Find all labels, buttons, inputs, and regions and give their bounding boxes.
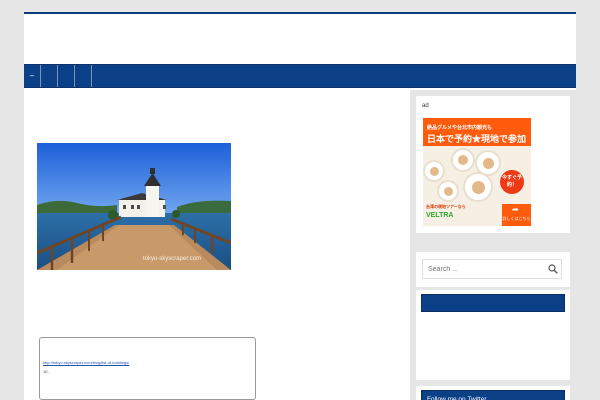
ad-line1: 絶品グルメや台北市内観光も <box>427 125 493 131</box>
nav-item-4[interactable] <box>75 65 92 87</box>
search-icon[interactable] <box>548 264 558 274</box>
ad-subtext: 台湾の現地ツアーなら <box>426 204 466 209</box>
post-photo: tokyo-skyscraper.com <box>37 143 231 270</box>
link-card-excerpt: 10... <box>43 369 51 374</box>
plate-icon <box>423 160 445 182</box>
castle-lake-image <box>37 143 231 270</box>
twitter-widget-title: Follow me on Twitter <box>421 390 565 400</box>
ad-widget: ad 絶品グルメや台北市内観光も 日本で予約★現地で参加 今すぐ予約！ 台湾の現… <box>416 96 570 233</box>
sidebar-widget <box>416 290 570 380</box>
ad-food-image: 今すぐ予約！ 台湾の現地ツアーなら VELTRA ➦ 詳しくはこちら <box>423 146 531 226</box>
site-header <box>24 14 576 64</box>
ad-cta-button[interactable]: ➦ 詳しくはこちら <box>502 204 531 226</box>
nav-item-home[interactable]: – <box>24 65 41 87</box>
main-navigation: – <box>24 64 576 88</box>
image-watermark: tokyo-skyscraper.com <box>142 256 201 262</box>
page-wrapper: – tokyo-skyscraper.com http://tokyo-skys… <box>24 12 576 400</box>
link-card: http://tokyo-skyscraper.com/blog/list-of… <box>39 337 256 400</box>
ad-cta-label: 詳しくはこちら <box>502 216 531 221</box>
plate-icon <box>463 172 493 202</box>
search-input[interactable] <box>422 259 562 279</box>
ad-label: ad <box>422 103 429 109</box>
nav-item-2[interactable] <box>41 65 58 87</box>
plate-icon <box>437 180 459 202</box>
ad-badge: 今すぐ予約！ <box>500 170 524 194</box>
ad-banner[interactable]: 絶品グルメや台北市内観光も 日本で予約★現地で参加 今すぐ予約！ 台湾の現地ツア… <box>423 118 531 226</box>
veltra-logo: VELTRA <box>426 212 454 219</box>
main-content: tokyo-skyscraper.com http://tokyo-skyscr… <box>24 90 408 400</box>
search-widget <box>416 252 570 287</box>
plate-icon <box>451 148 475 172</box>
widget-title <box>421 294 565 312</box>
twitter-widget: Follow me on Twitter <box>416 386 570 400</box>
ad-line2: 日本で予約★現地で参加 <box>427 134 527 144</box>
link-card-url[interactable]: http://tokyo-skyscraper.com/blog/list-of… <box>43 360 129 365</box>
share-arrow-icon: ➦ <box>512 205 519 214</box>
nav-item-3[interactable] <box>58 65 75 87</box>
